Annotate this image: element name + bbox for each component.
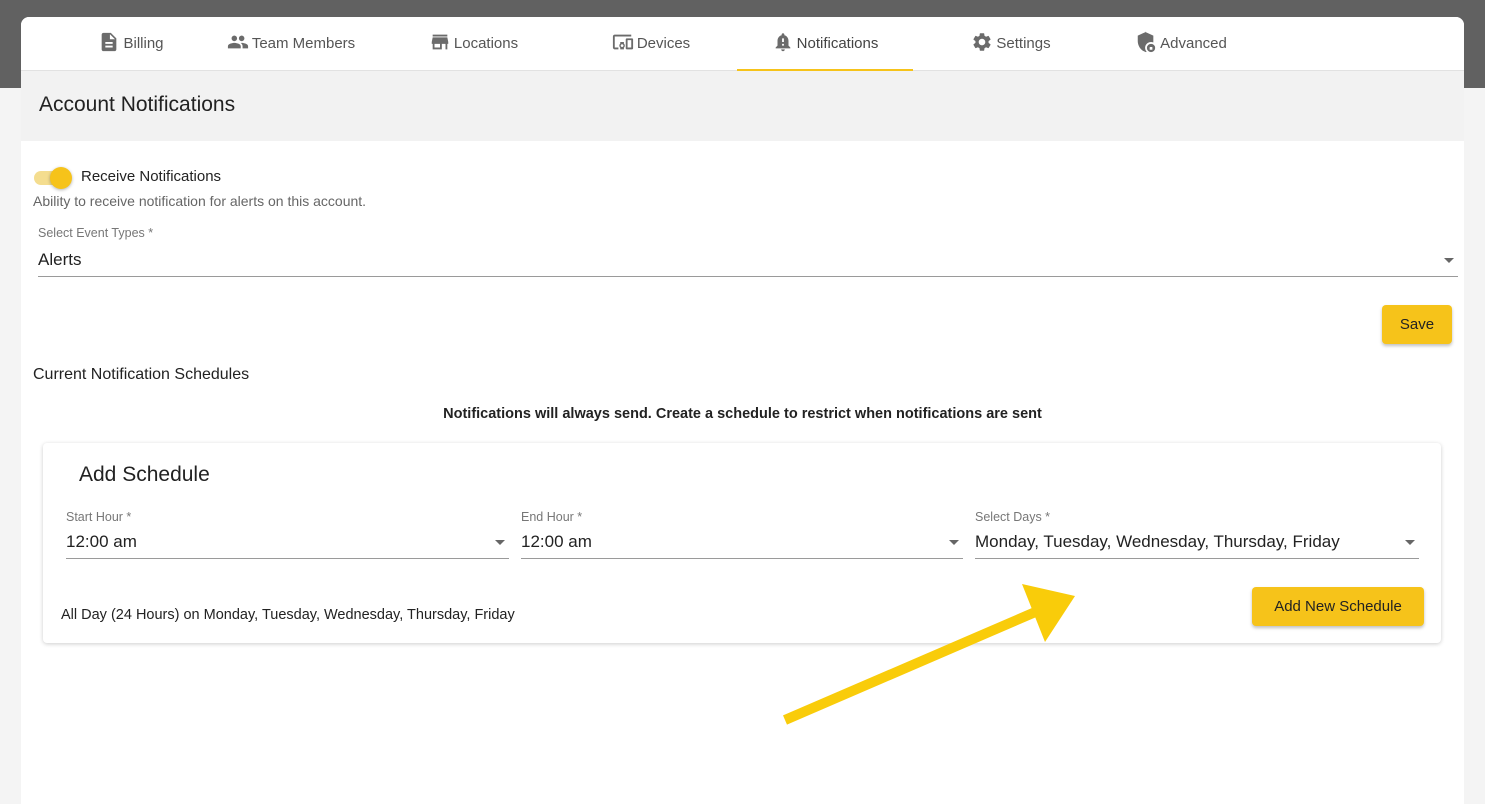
tab-devices[interactable]: Devices	[581, 17, 721, 70]
schedule-summary: All Day (24 Hours) on Monday, Tuesday, W…	[61, 607, 515, 623]
page-title: Account Notifications	[39, 93, 236, 116]
document-icon	[98, 31, 120, 57]
add-new-schedule-button[interactable]: Add New Schedule	[1252, 587, 1424, 626]
tab-advanced[interactable]: Advanced	[1111, 17, 1251, 70]
schedules-info: Notifications will always send. Create a…	[443, 406, 1042, 422]
tab-locations[interactable]: Locations	[411, 17, 536, 70]
tab-bar: Billing Team Members Locations Devices N…	[21, 17, 1464, 71]
chevron-down-icon	[495, 540, 505, 545]
select-days-value: Monday, Tuesday, Wednesday, Thursday, Fr…	[975, 532, 1340, 551]
select-days-label: Select Days *	[975, 510, 1051, 524]
gear-icon	[971, 31, 993, 57]
add-schedule-title: Add Schedule	[79, 463, 210, 486]
receive-notifications-label: Receive Notifications	[81, 168, 222, 185]
tab-label: Notifications	[796, 35, 879, 52]
tab-label: Locations	[453, 35, 519, 52]
event-types-select[interactable]: Alerts	[38, 239, 1458, 277]
tab-label: Devices	[636, 35, 691, 52]
tab-label: Advanced	[1160, 35, 1227, 52]
start-hour-select[interactable]: 12:00 am	[66, 523, 509, 559]
tab-team-members[interactable]: Team Members	[216, 17, 366, 70]
devices-icon	[612, 31, 634, 57]
event-types-label: Select Event Types *	[38, 226, 154, 240]
event-types-value: Alerts	[38, 250, 82, 269]
start-hour-label: Start Hour *	[66, 510, 132, 524]
settings-panel: Billing Team Members Locations Devices N…	[21, 17, 1464, 804]
tab-notifications[interactable]: Notifications	[737, 17, 913, 71]
shield-lock-icon	[1135, 31, 1157, 57]
save-button[interactable]: Save	[1382, 305, 1452, 344]
chevron-down-icon	[1444, 258, 1454, 263]
receive-notifications-toggle[interactable]	[32, 166, 74, 189]
annotation-arrow-icon	[783, 584, 1075, 725]
schedules-heading: Current Notification Schedules	[33, 366, 250, 383]
chevron-down-icon	[1405, 540, 1415, 545]
tab-billing[interactable]: Billing	[61, 17, 201, 70]
bell-alert-icon	[772, 31, 794, 57]
tab-label: Billing	[123, 35, 164, 52]
end-hour-label: End Hour *	[521, 510, 583, 524]
tab-label: Settings	[996, 35, 1051, 52]
receive-notifications-description: Ability to receive notification for aler…	[33, 193, 367, 209]
end-hour-select[interactable]: 12:00 am	[521, 523, 963, 559]
toggle-thumb	[50, 167, 72, 189]
select-days-select[interactable]: Monday, Tuesday, Wednesday, Thursday, Fr…	[975, 523, 1419, 559]
tab-label: Team Members	[251, 35, 356, 52]
add-schedule-card: Add Schedule Start Hour * 12:00 am End H…	[43, 443, 1441, 643]
tab-settings[interactable]: Settings	[946, 17, 1076, 70]
store-icon	[429, 31, 451, 57]
chevron-down-icon	[949, 540, 959, 545]
notifications-card: Receive Notifications Ability to receive…	[21, 141, 1464, 804]
start-hour-value: 12:00 am	[66, 532, 137, 551]
end-hour-value: 12:00 am	[521, 532, 592, 551]
people-icon	[227, 31, 249, 57]
